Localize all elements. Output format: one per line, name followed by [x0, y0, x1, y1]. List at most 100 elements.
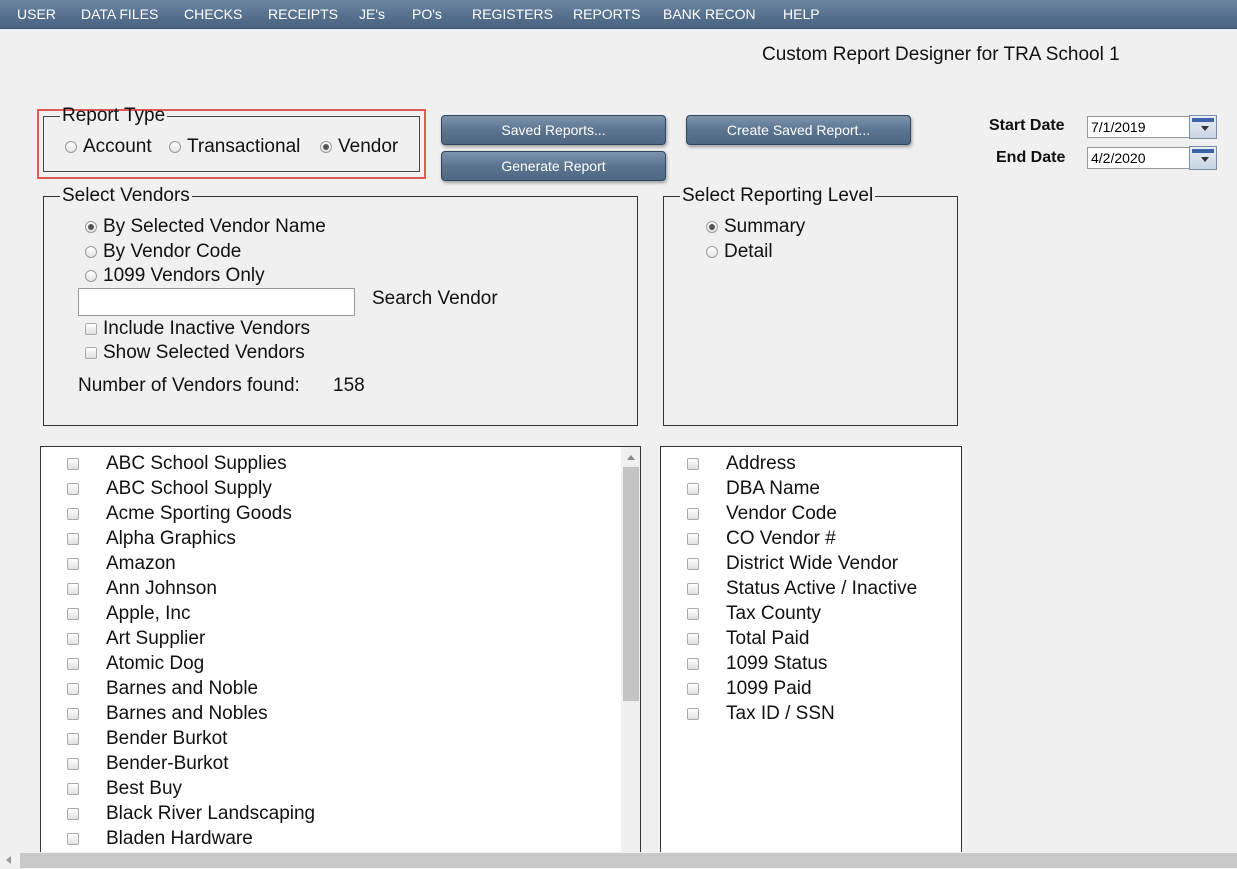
vendor-checkbox[interactable]: [67, 658, 79, 670]
reporting-level-summary[interactable]: Summary: [706, 216, 805, 238]
field-checkbox[interactable]: [687, 458, 699, 470]
field-checkbox[interactable]: [687, 508, 699, 520]
show-selected-row[interactable]: Show Selected Vendors: [85, 342, 305, 364]
field-row[interactable]: Tax County: [661, 601, 961, 626]
include-inactive-row[interactable]: Include Inactive Vendors: [85, 318, 310, 340]
search-vendor-input[interactable]: [78, 288, 355, 316]
radio-summary[interactable]: [706, 221, 718, 233]
vendor-option-name[interactable]: By Selected Vendor Name: [85, 216, 326, 238]
radio-account[interactable]: [65, 141, 77, 153]
end-date-calendar-icon[interactable]: [1189, 146, 1217, 170]
reporting-level-detail[interactable]: Detail: [706, 241, 773, 263]
show-selected-checkbox[interactable]: [85, 347, 97, 359]
report-type-vendor[interactable]: Vendor: [320, 136, 398, 158]
menu-jes[interactable]: JE's: [359, 0, 385, 28]
menu-pos[interactable]: PO's: [412, 0, 442, 28]
vendor-row[interactable]: ABC School Supplies: [41, 451, 640, 476]
end-date-label: End Date: [996, 149, 1066, 166]
vendor-row[interactable]: Black River Landscaping: [41, 801, 640, 826]
vendor-checkbox[interactable]: [67, 758, 79, 770]
vendor-row[interactable]: Bender-Burkot: [41, 751, 640, 776]
radio-detail[interactable]: [706, 246, 718, 258]
menu-reports[interactable]: REPORTS: [573, 0, 640, 28]
field-checkbox[interactable]: [687, 533, 699, 545]
scroll-up-icon[interactable]: [627, 455, 635, 460]
field-list[interactable]: Address DBA Name Vendor Code CO Vendor # Dis…: [660, 446, 962, 869]
report-type-account[interactable]: Account: [65, 136, 152, 158]
vendor-row[interactable]: Acme Sporting Goods: [41, 501, 640, 526]
scroll-left-icon[interactable]: [6, 856, 11, 864]
vendor-checkbox[interactable]: [67, 683, 79, 695]
menu-data-files[interactable]: DATA FILES: [81, 0, 158, 28]
vendor-row[interactable]: Apple, Inc: [41, 601, 640, 626]
vendor-checkbox[interactable]: [67, 483, 79, 495]
menu-registers[interactable]: REGISTERS: [472, 0, 553, 28]
menu-checks[interactable]: CHECKS: [184, 0, 242, 28]
vendor-list[interactable]: ABC School Supplies ABC School Supply Acme…: [40, 446, 641, 869]
create-saved-report-button[interactable]: Create Saved Report...: [686, 115, 911, 145]
vendor-checkbox[interactable]: [67, 508, 79, 520]
field-row[interactable]: Address: [661, 451, 961, 476]
field-checkbox[interactable]: [687, 633, 699, 645]
field-row[interactable]: 1099 Paid: [661, 676, 961, 701]
field-label: Total Paid: [726, 628, 810, 649]
vendor-row[interactable]: Bender Burkot: [41, 726, 640, 751]
vendor-list-scrollbar[interactable]: [621, 447, 640, 868]
menu-help[interactable]: HELP: [783, 0, 820, 28]
radio-vendor[interactable]: [320, 141, 332, 153]
field-row[interactable]: Vendor Code: [661, 501, 961, 526]
field-checkbox[interactable]: [687, 608, 699, 620]
field-checkbox[interactable]: [687, 683, 699, 695]
radio-vendor-code[interactable]: [85, 246, 97, 258]
vendor-checkbox[interactable]: [67, 733, 79, 745]
vendor-checkbox[interactable]: [67, 708, 79, 720]
vendor-checkbox[interactable]: [67, 783, 79, 795]
vendor-checkbox[interactable]: [67, 808, 79, 820]
generate-report-button[interactable]: Generate Report: [441, 151, 666, 181]
vendor-row[interactable]: Bladen Hardware: [41, 826, 640, 851]
vendor-row[interactable]: Alpha Graphics: [41, 526, 640, 551]
field-row[interactable]: Tax ID / SSN: [661, 701, 961, 726]
field-row[interactable]: Total Paid: [661, 626, 961, 651]
vendor-checkbox[interactable]: [67, 458, 79, 470]
vendor-row[interactable]: Best Buy: [41, 776, 640, 801]
horizontal-scrollbar[interactable]: [0, 852, 1237, 869]
vendor-row[interactable]: Barnes and Noble: [41, 676, 640, 701]
field-checkbox[interactable]: [687, 658, 699, 670]
radio-1099-only[interactable]: [85, 270, 97, 282]
vendor-row[interactable]: Amazon: [41, 551, 640, 576]
vendor-row[interactable]: Atomic Dog: [41, 651, 640, 676]
menu-receipts[interactable]: RECEIPTS: [268, 0, 338, 28]
menu-user[interactable]: USER: [17, 0, 56, 28]
menu-bank-recon[interactable]: BANK RECON: [663, 0, 756, 28]
report-type-transactional[interactable]: Transactional: [169, 136, 300, 158]
vendor-option-1099[interactable]: 1099 Vendors Only: [85, 265, 265, 287]
vendor-row[interactable]: ABC School Supply: [41, 476, 640, 501]
vendor-list-scroll-thumb[interactable]: [623, 467, 639, 701]
field-row[interactable]: District Wide Vendor: [661, 551, 961, 576]
horizontal-scroll-thumb[interactable]: [20, 853, 1237, 868]
vendor-checkbox[interactable]: [67, 558, 79, 570]
vendor-checkbox[interactable]: [67, 608, 79, 620]
include-inactive-checkbox[interactable]: [85, 323, 97, 335]
field-row[interactable]: CO Vendor #: [661, 526, 961, 551]
start-date-calendar-icon[interactable]: [1189, 115, 1217, 139]
field-checkbox[interactable]: [687, 583, 699, 595]
field-checkbox[interactable]: [687, 483, 699, 495]
radio-transactional[interactable]: [169, 141, 181, 153]
field-checkbox[interactable]: [687, 708, 699, 720]
field-checkbox[interactable]: [687, 558, 699, 570]
saved-reports-button[interactable]: Saved Reports...: [441, 115, 666, 145]
vendor-checkbox[interactable]: [67, 533, 79, 545]
radio-vendor-name[interactable]: [85, 221, 97, 233]
vendor-row[interactable]: Ann Johnson: [41, 576, 640, 601]
vendor-option-code[interactable]: By Vendor Code: [85, 241, 241, 263]
field-row[interactable]: DBA Name: [661, 476, 961, 501]
field-row[interactable]: 1099 Status: [661, 651, 961, 676]
vendor-row[interactable]: Barnes and Nobles: [41, 701, 640, 726]
vendor-checkbox[interactable]: [67, 633, 79, 645]
vendor-row[interactable]: Art Supplier: [41, 626, 640, 651]
vendor-checkbox[interactable]: [67, 833, 79, 845]
vendor-checkbox[interactable]: [67, 583, 79, 595]
field-row[interactable]: Status Active / Inactive: [661, 576, 961, 601]
